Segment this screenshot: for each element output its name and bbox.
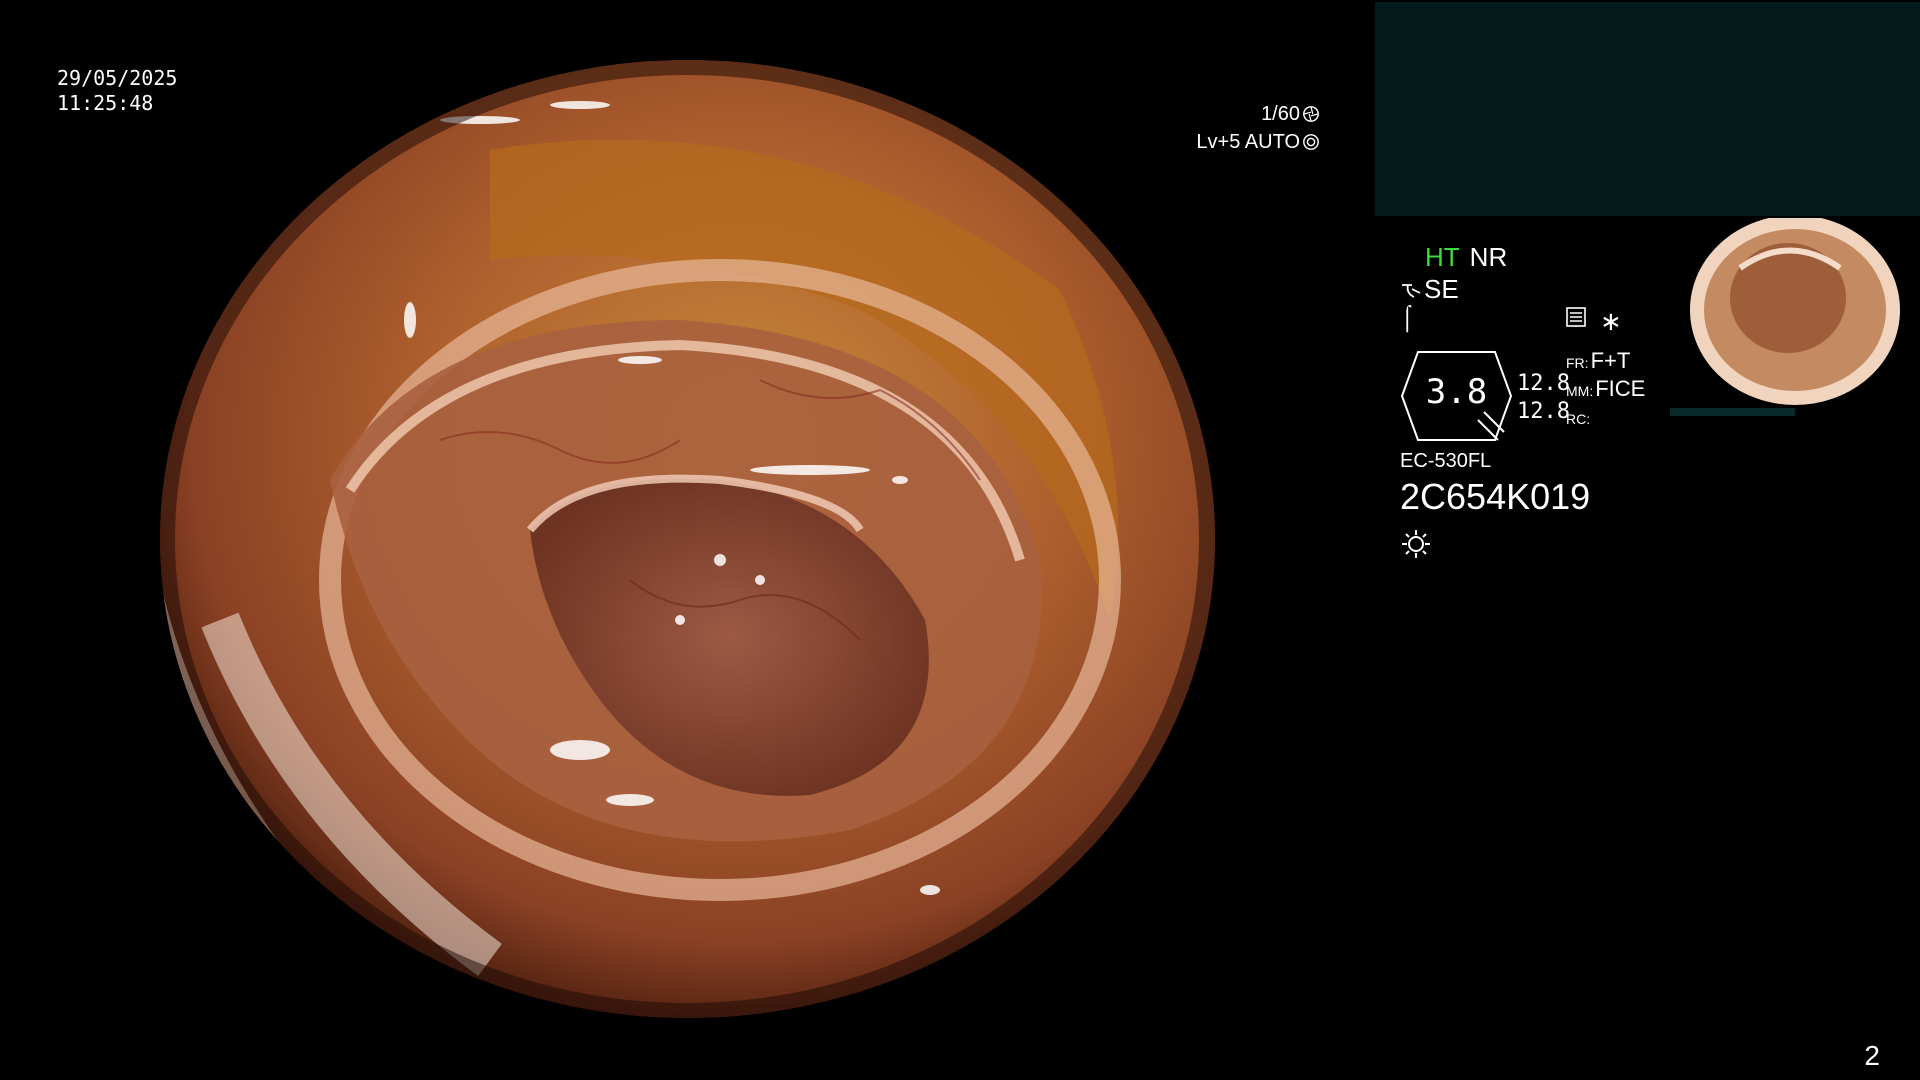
zoom-value-1: 12.8	[1517, 371, 1570, 396]
endoscopic-image	[160, 60, 1215, 1018]
memo-icon	[1566, 307, 1586, 327]
info-panel-top	[1375, 2, 1920, 216]
page-number: 2	[1864, 1040, 1880, 1071]
auto-iris-icon	[1303, 134, 1319, 150]
nr-mode-text: NR	[1469, 242, 1508, 272]
ht-mode-text: HT	[1425, 242, 1460, 272]
rc-label: RC:	[1566, 411, 1591, 427]
se-text: SE	[1424, 274, 1459, 304]
date-text: 29/05/2025	[57, 66, 178, 90]
light-source-icon	[1402, 530, 1430, 558]
zoom-values: 12.8 12.8	[1517, 370, 1570, 426]
fr-label: FR:	[1566, 355, 1589, 371]
mm-label: MM:	[1566, 383, 1594, 399]
aperture-icon	[1303, 106, 1319, 122]
asterisk-icon: ∗	[1600, 306, 1622, 336]
zoom-value: 3.8	[1425, 372, 1488, 412]
exposure-readout: 1/60 Lv+5 AUTO	[1196, 100, 1320, 156]
zoom-value-2: 12.8	[1517, 399, 1570, 424]
settings-labels: FR:F+T MM:FICE RC:	[1566, 348, 1645, 432]
mode-indicators: HT NR	[1425, 242, 1507, 273]
scope-model: EC-530FL	[1400, 450, 1492, 472]
shutter-text: 1/60	[1261, 103, 1300, 125]
se-indicator: SE	[1400, 274, 1459, 305]
scope-se-icon	[1402, 283, 1421, 298]
timestamp: 29/05/2025 11:25:48	[57, 66, 177, 116]
fr-value: F+T	[1590, 348, 1631, 373]
curve-icon: ⌠	[1400, 304, 1415, 331]
exposure-level-text: Lv+5 AUTO	[1196, 131, 1300, 153]
scope-serial: 2C654K019	[1400, 476, 1591, 517]
time-text: 11:25:48	[57, 91, 154, 115]
mm-value: FICE	[1595, 376, 1646, 401]
thumbnail-image	[1670, 218, 1920, 416]
